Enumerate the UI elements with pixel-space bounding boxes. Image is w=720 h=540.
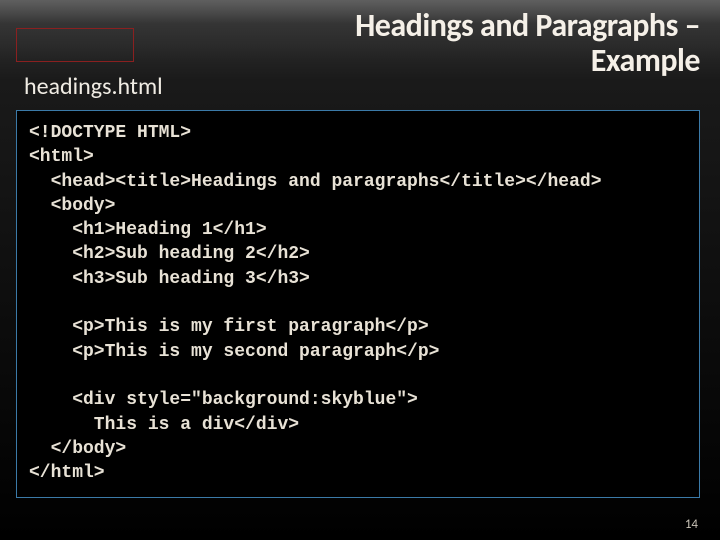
filename-label: headings.html bbox=[24, 72, 163, 101]
code-block: <!DOCTYPE HTML> <html> <head><title>Head… bbox=[16, 110, 700, 498]
title-line-1: Headings and Paragraphs – bbox=[355, 6, 700, 45]
page-number: 14 bbox=[685, 517, 698, 532]
slide-title: Headings and Paragraphs – Example bbox=[355, 8, 700, 78]
header-accent-box bbox=[16, 28, 134, 62]
title-line-2: Example bbox=[591, 41, 700, 80]
